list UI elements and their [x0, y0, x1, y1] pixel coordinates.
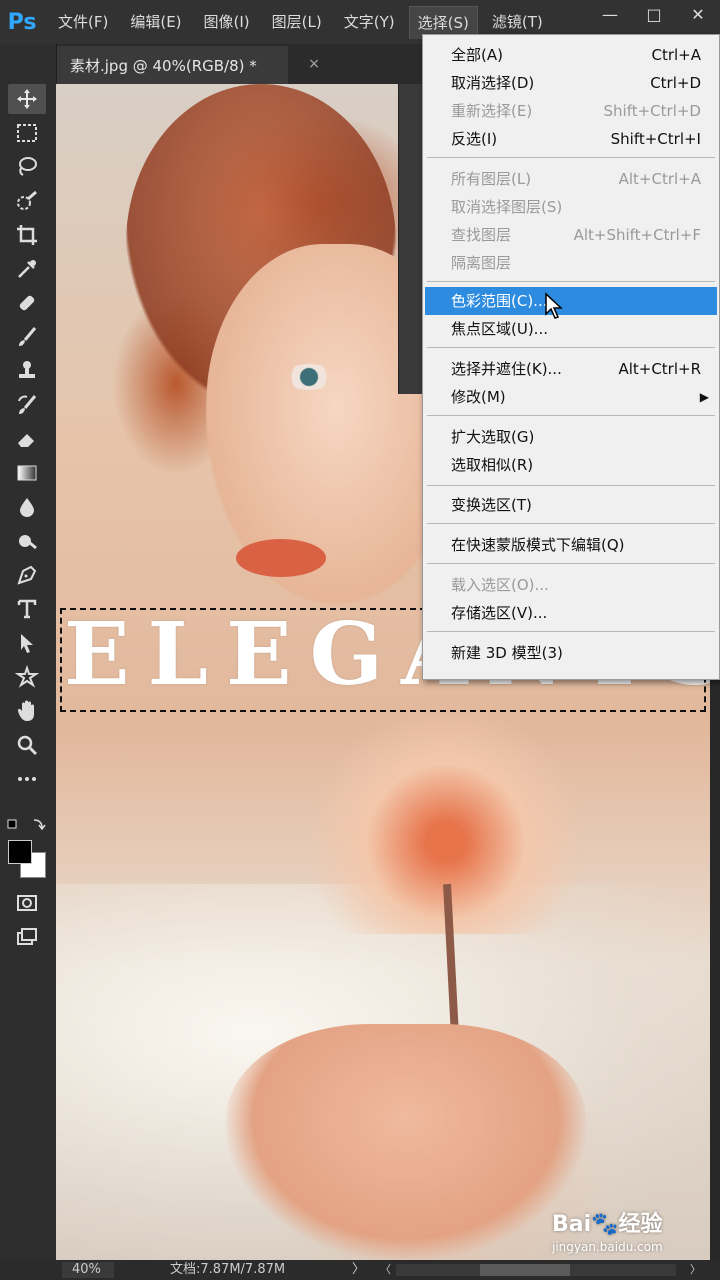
- move-icon[interactable]: [8, 84, 46, 114]
- eyedropper-icon[interactable]: [8, 254, 46, 284]
- quick-select-icon[interactable]: [8, 186, 46, 216]
- menu-item-modify[interactable]: 修改(M) ▶: [425, 383, 717, 411]
- status-bar: 40% 文档:7.87M/7.87M 〉 〈 〉: [0, 1260, 720, 1280]
- quick-mask-icon[interactable]: [8, 888, 46, 918]
- photoshop-logo: Ps: [7, 9, 37, 35]
- swap-colors-icon[interactable]: [6, 816, 46, 834]
- menu-image[interactable]: 图像(I): [196, 6, 258, 38]
- menu-layer[interactable]: 图层(L): [264, 6, 330, 38]
- photo-eye: [284, 364, 334, 390]
- foreground-color-swatch[interactable]: [8, 840, 32, 864]
- tools-panel: [0, 44, 57, 1260]
- marquee-icon[interactable]: [8, 118, 46, 148]
- menu-item-quick-mask[interactable]: 在快速蒙版模式下编辑(Q): [425, 531, 717, 559]
- shape-icon[interactable]: [8, 662, 46, 692]
- screen-mode-icon[interactable]: [8, 922, 46, 952]
- menu-item-load-selection[interactable]: 载入选区(O)...: [425, 571, 717, 599]
- menu-item-new-3d-model[interactable]: 新建 3D 模型(3): [425, 639, 717, 667]
- document-size: 文档:7.87M/7.87M: [170, 1262, 286, 1277]
- baidu-watermark: Bai🐾经验 jingyan.baidu.com: [552, 1206, 702, 1262]
- lasso-icon[interactable]: [8, 152, 46, 182]
- more-tools-icon[interactable]: [8, 764, 46, 794]
- dodge-icon[interactable]: [8, 526, 46, 556]
- menu-separator: [427, 157, 715, 158]
- menu-type[interactable]: 文字(Y): [336, 6, 403, 38]
- window-controls: — □ ✕: [596, 0, 712, 28]
- scroll-right-button[interactable]: 〉: [690, 1262, 701, 1278]
- blur-icon[interactable]: [8, 492, 46, 522]
- close-tab-icon[interactable]: ×: [308, 56, 320, 72]
- healing-brush-icon[interactable]: [8, 288, 46, 318]
- horizontal-scroll-thumb[interactable]: [480, 1264, 570, 1276]
- document-tab-title: 素材.jpg @ 40%(RGB/8) *: [70, 56, 257, 75]
- eraser-icon[interactable]: [8, 424, 46, 454]
- crop-icon[interactable]: [8, 220, 46, 250]
- menu-item-similar[interactable]: 选取相似(R): [425, 451, 717, 479]
- zoom-icon[interactable]: [8, 730, 46, 760]
- menu-item-grow[interactable]: 扩大选取(G): [425, 423, 717, 451]
- menu-item-inverse[interactable]: 反选(I) Shift+Ctrl+I: [425, 125, 717, 153]
- menu-item-find-layers[interactable]: 查找图层 Alt+Shift+Ctrl+F: [425, 221, 717, 249]
- menu-item-select-all[interactable]: 全部(A) Ctrl+A: [425, 41, 717, 69]
- menu-item-focus-area[interactable]: 焦点区域(U)...: [425, 315, 717, 343]
- menu-separator: [427, 485, 715, 486]
- menu-item-deselect-layers[interactable]: 取消选择图层(S): [425, 193, 717, 221]
- scroll-left-button[interactable]: 〈: [380, 1262, 391, 1278]
- menu-separator: [427, 415, 715, 416]
- hand-icon[interactable]: [8, 696, 46, 726]
- select-menu-dropdown: 全部(A) Ctrl+A 取消选择(D) Ctrl+D 重新选择(E) Shift+C…: [422, 34, 720, 680]
- menu-item-isolate-layers[interactable]: 隔离图层: [425, 249, 717, 277]
- menu-file[interactable]: 文件(F): [50, 6, 116, 38]
- mouse-cursor-icon: [544, 292, 564, 320]
- menu-separator: [427, 563, 715, 564]
- menu-item-transform-selection[interactable]: 变换选区(T): [425, 491, 717, 519]
- menu-item-save-selection[interactable]: 存储选区(V)...: [425, 599, 717, 627]
- zoom-level-field[interactable]: 40%: [62, 1262, 114, 1278]
- photo-hands: [226, 1024, 586, 1260]
- menu-edit[interactable]: 编辑(E): [122, 6, 189, 38]
- menu-item-all-layers[interactable]: 所有图层(L) Alt+Ctrl+A: [425, 165, 717, 193]
- baidu-jingyan-logo: Bai🐾经验: [552, 1212, 663, 1237]
- menu-item-reselect[interactable]: 重新选择(E) Shift+Ctrl+D: [425, 97, 717, 125]
- status-info-arrow[interactable]: 〉: [352, 1262, 365, 1278]
- menu-item-deselect[interactable]: 取消选择(D) Ctrl+D: [425, 69, 717, 97]
- watermark-url: jingyan.baidu.com: [552, 1240, 663, 1254]
- menu-separator: [427, 347, 715, 348]
- pen-icon[interactable]: [8, 560, 46, 590]
- document-tab[interactable]: 素材.jpg @ 40%(RGB/8) * ×: [56, 46, 320, 84]
- menu-separator: [427, 631, 715, 632]
- menu-item-select-and-mask[interactable]: 选择并遮住(K)... Alt+Ctrl+R: [425, 355, 717, 383]
- gradient-icon[interactable]: [8, 458, 46, 488]
- minimize-button[interactable]: —: [596, 2, 624, 26]
- submenu-arrow-icon: ▶: [699, 390, 709, 404]
- type-icon[interactable]: [8, 594, 46, 624]
- close-window-button[interactable]: ✕: [684, 2, 712, 26]
- menu-item-color-range[interactable]: 色彩范围(C)...: [425, 287, 717, 315]
- clone-stamp-icon[interactable]: [8, 356, 46, 386]
- photo-lips: [236, 539, 326, 577]
- brush-icon[interactable]: [8, 322, 46, 352]
- maximize-button[interactable]: □: [640, 2, 668, 26]
- path-select-icon[interactable]: [8, 628, 46, 658]
- menu-separator: [427, 281, 715, 282]
- history-brush-icon[interactable]: [8, 390, 46, 420]
- menu-separator: [427, 523, 715, 524]
